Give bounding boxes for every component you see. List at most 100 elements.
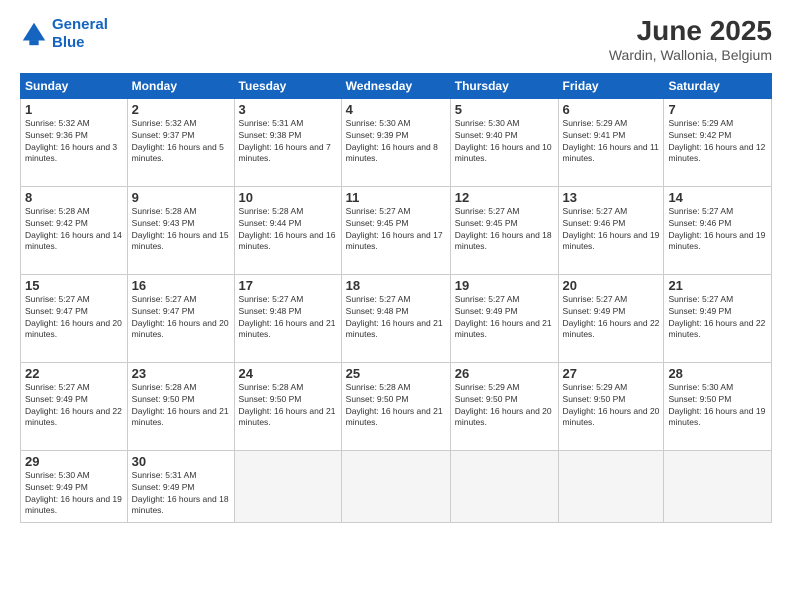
table-row: 8 Sunrise: 5:28 AMSunset: 9:42 PMDayligh… xyxy=(21,186,128,274)
col-monday: Monday xyxy=(127,73,234,98)
col-thursday: Thursday xyxy=(450,73,558,98)
logo-line2: Blue xyxy=(52,34,85,51)
table-row xyxy=(234,450,341,522)
page: General Blue June 2025 Wardin, Wallonia,… xyxy=(0,0,792,612)
calendar-week-row: 15 Sunrise: 5:27 AMSunset: 9:47 PMDaylig… xyxy=(21,274,772,362)
day-info: Sunrise: 5:27 AMSunset: 9:49 PMDaylight:… xyxy=(668,294,765,340)
table-row: 12 Sunrise: 5:27 AMSunset: 9:45 PMDaylig… xyxy=(450,186,558,274)
day-info: Sunrise: 5:28 AMSunset: 9:44 PMDaylight:… xyxy=(239,206,336,252)
day-number: 29 xyxy=(25,454,123,469)
table-row: 18 Sunrise: 5:27 AMSunset: 9:48 PMDaylig… xyxy=(341,274,450,362)
day-info: Sunrise: 5:27 AMSunset: 9:48 PMDaylight:… xyxy=(239,294,336,340)
day-info: Sunrise: 5:30 AMSunset: 9:49 PMDaylight:… xyxy=(25,470,122,516)
calendar-table: Sunday Monday Tuesday Wednesday Thursday… xyxy=(20,73,772,523)
day-info: Sunrise: 5:29 AMSunset: 9:41 PMDaylight:… xyxy=(563,118,659,164)
day-info: Sunrise: 5:31 AMSunset: 9:38 PMDaylight:… xyxy=(239,118,331,164)
day-info: Sunrise: 5:28 AMSunset: 9:42 PMDaylight:… xyxy=(25,206,122,252)
day-number: 17 xyxy=(239,278,337,293)
calendar-week-row: 1 Sunrise: 5:32 AMSunset: 9:36 PMDayligh… xyxy=(21,98,772,186)
logo: General Blue xyxy=(20,16,108,52)
day-number: 24 xyxy=(239,366,337,381)
table-row: 27 Sunrise: 5:29 AMSunset: 9:50 PMDaylig… xyxy=(558,362,664,450)
day-info: Sunrise: 5:32 AMSunset: 9:37 PMDaylight:… xyxy=(132,118,224,164)
day-number: 12 xyxy=(455,190,554,205)
day-number: 20 xyxy=(563,278,660,293)
day-number: 22 xyxy=(25,366,123,381)
day-number: 19 xyxy=(455,278,554,293)
day-info: Sunrise: 5:27 AMSunset: 9:47 PMDaylight:… xyxy=(25,294,122,340)
table-row: 4 Sunrise: 5:30 AMSunset: 9:39 PMDayligh… xyxy=(341,98,450,186)
day-number: 23 xyxy=(132,366,230,381)
table-row xyxy=(558,450,664,522)
logo-line1: General xyxy=(52,16,108,33)
day-number: 11 xyxy=(346,190,446,205)
day-number: 18 xyxy=(346,278,446,293)
table-row: 23 Sunrise: 5:28 AMSunset: 9:50 PMDaylig… xyxy=(127,362,234,450)
main-title: June 2025 xyxy=(609,16,772,47)
day-number: 21 xyxy=(668,278,767,293)
day-number: 4 xyxy=(346,102,446,117)
day-info: Sunrise: 5:32 AMSunset: 9:36 PMDaylight:… xyxy=(25,118,117,164)
day-number: 28 xyxy=(668,366,767,381)
day-number: 1 xyxy=(25,102,123,117)
day-number: 5 xyxy=(455,102,554,117)
table-row: 3 Sunrise: 5:31 AMSunset: 9:38 PMDayligh… xyxy=(234,98,341,186)
table-row: 21 Sunrise: 5:27 AMSunset: 9:49 PMDaylig… xyxy=(664,274,772,362)
table-row: 6 Sunrise: 5:29 AMSunset: 9:41 PMDayligh… xyxy=(558,98,664,186)
day-info: Sunrise: 5:30 AMSunset: 9:50 PMDaylight:… xyxy=(668,382,765,428)
day-number: 3 xyxy=(239,102,337,117)
table-row: 5 Sunrise: 5:30 AMSunset: 9:40 PMDayligh… xyxy=(450,98,558,186)
table-row: 14 Sunrise: 5:27 AMSunset: 9:46 PMDaylig… xyxy=(664,186,772,274)
table-row: 9 Sunrise: 5:28 AMSunset: 9:43 PMDayligh… xyxy=(127,186,234,274)
calendar-week-row: 29 Sunrise: 5:30 AMSunset: 9:49 PMDaylig… xyxy=(21,450,772,522)
table-row: 13 Sunrise: 5:27 AMSunset: 9:46 PMDaylig… xyxy=(558,186,664,274)
table-row: 25 Sunrise: 5:28 AMSunset: 9:50 PMDaylig… xyxy=(341,362,450,450)
table-row: 30 Sunrise: 5:31 AMSunset: 9:49 PMDaylig… xyxy=(127,450,234,522)
table-row: 22 Sunrise: 5:27 AMSunset: 9:49 PMDaylig… xyxy=(21,362,128,450)
table-row: 26 Sunrise: 5:29 AMSunset: 9:50 PMDaylig… xyxy=(450,362,558,450)
day-number: 14 xyxy=(668,190,767,205)
header: General Blue June 2025 Wardin, Wallonia,… xyxy=(20,16,772,63)
table-row: 16 Sunrise: 5:27 AMSunset: 9:47 PMDaylig… xyxy=(127,274,234,362)
day-info: Sunrise: 5:30 AMSunset: 9:39 PMDaylight:… xyxy=(346,118,438,164)
table-row: 11 Sunrise: 5:27 AMSunset: 9:45 PMDaylig… xyxy=(341,186,450,274)
day-number: 9 xyxy=(132,190,230,205)
subtitle: Wardin, Wallonia, Belgium xyxy=(609,47,772,63)
table-row xyxy=(450,450,558,522)
day-info: Sunrise: 5:27 AMSunset: 9:49 PMDaylight:… xyxy=(25,382,122,428)
col-saturday: Saturday xyxy=(664,73,772,98)
day-info: Sunrise: 5:31 AMSunset: 9:49 PMDaylight:… xyxy=(132,470,229,516)
day-number: 26 xyxy=(455,366,554,381)
day-number: 10 xyxy=(239,190,337,205)
calendar-week-row: 22 Sunrise: 5:27 AMSunset: 9:49 PMDaylig… xyxy=(21,362,772,450)
day-info: Sunrise: 5:27 AMSunset: 9:45 PMDaylight:… xyxy=(346,206,443,252)
title-block: June 2025 Wardin, Wallonia, Belgium xyxy=(609,16,772,63)
logo-text: General Blue xyxy=(52,16,108,52)
table-row: 2 Sunrise: 5:32 AMSunset: 9:37 PMDayligh… xyxy=(127,98,234,186)
table-row: 29 Sunrise: 5:30 AMSunset: 9:49 PMDaylig… xyxy=(21,450,128,522)
day-info: Sunrise: 5:28 AMSunset: 9:50 PMDaylight:… xyxy=(346,382,443,428)
day-info: Sunrise: 5:27 AMSunset: 9:45 PMDaylight:… xyxy=(455,206,552,252)
day-info: Sunrise: 5:27 AMSunset: 9:49 PMDaylight:… xyxy=(563,294,660,340)
day-number: 13 xyxy=(563,190,660,205)
table-row xyxy=(664,450,772,522)
day-info: Sunrise: 5:29 AMSunset: 9:50 PMDaylight:… xyxy=(455,382,552,428)
table-row: 20 Sunrise: 5:27 AMSunset: 9:49 PMDaylig… xyxy=(558,274,664,362)
day-number: 7 xyxy=(668,102,767,117)
table-row: 17 Sunrise: 5:27 AMSunset: 9:48 PMDaylig… xyxy=(234,274,341,362)
day-number: 30 xyxy=(132,454,230,469)
table-row: 1 Sunrise: 5:32 AMSunset: 9:36 PMDayligh… xyxy=(21,98,128,186)
day-number: 6 xyxy=(563,102,660,117)
calendar-header-row: Sunday Monday Tuesday Wednesday Thursday… xyxy=(21,73,772,98)
table-row: 15 Sunrise: 5:27 AMSunset: 9:47 PMDaylig… xyxy=(21,274,128,362)
day-info: Sunrise: 5:28 AMSunset: 9:50 PMDaylight:… xyxy=(239,382,336,428)
day-info: Sunrise: 5:30 AMSunset: 9:40 PMDaylight:… xyxy=(455,118,552,164)
day-number: 25 xyxy=(346,366,446,381)
col-tuesday: Tuesday xyxy=(234,73,341,98)
day-info: Sunrise: 5:28 AMSunset: 9:50 PMDaylight:… xyxy=(132,382,229,428)
day-info: Sunrise: 5:29 AMSunset: 9:50 PMDaylight:… xyxy=(563,382,660,428)
day-info: Sunrise: 5:27 AMSunset: 9:48 PMDaylight:… xyxy=(346,294,443,340)
table-row: 24 Sunrise: 5:28 AMSunset: 9:50 PMDaylig… xyxy=(234,362,341,450)
table-row: 7 Sunrise: 5:29 AMSunset: 9:42 PMDayligh… xyxy=(664,98,772,186)
day-info: Sunrise: 5:28 AMSunset: 9:43 PMDaylight:… xyxy=(132,206,229,252)
